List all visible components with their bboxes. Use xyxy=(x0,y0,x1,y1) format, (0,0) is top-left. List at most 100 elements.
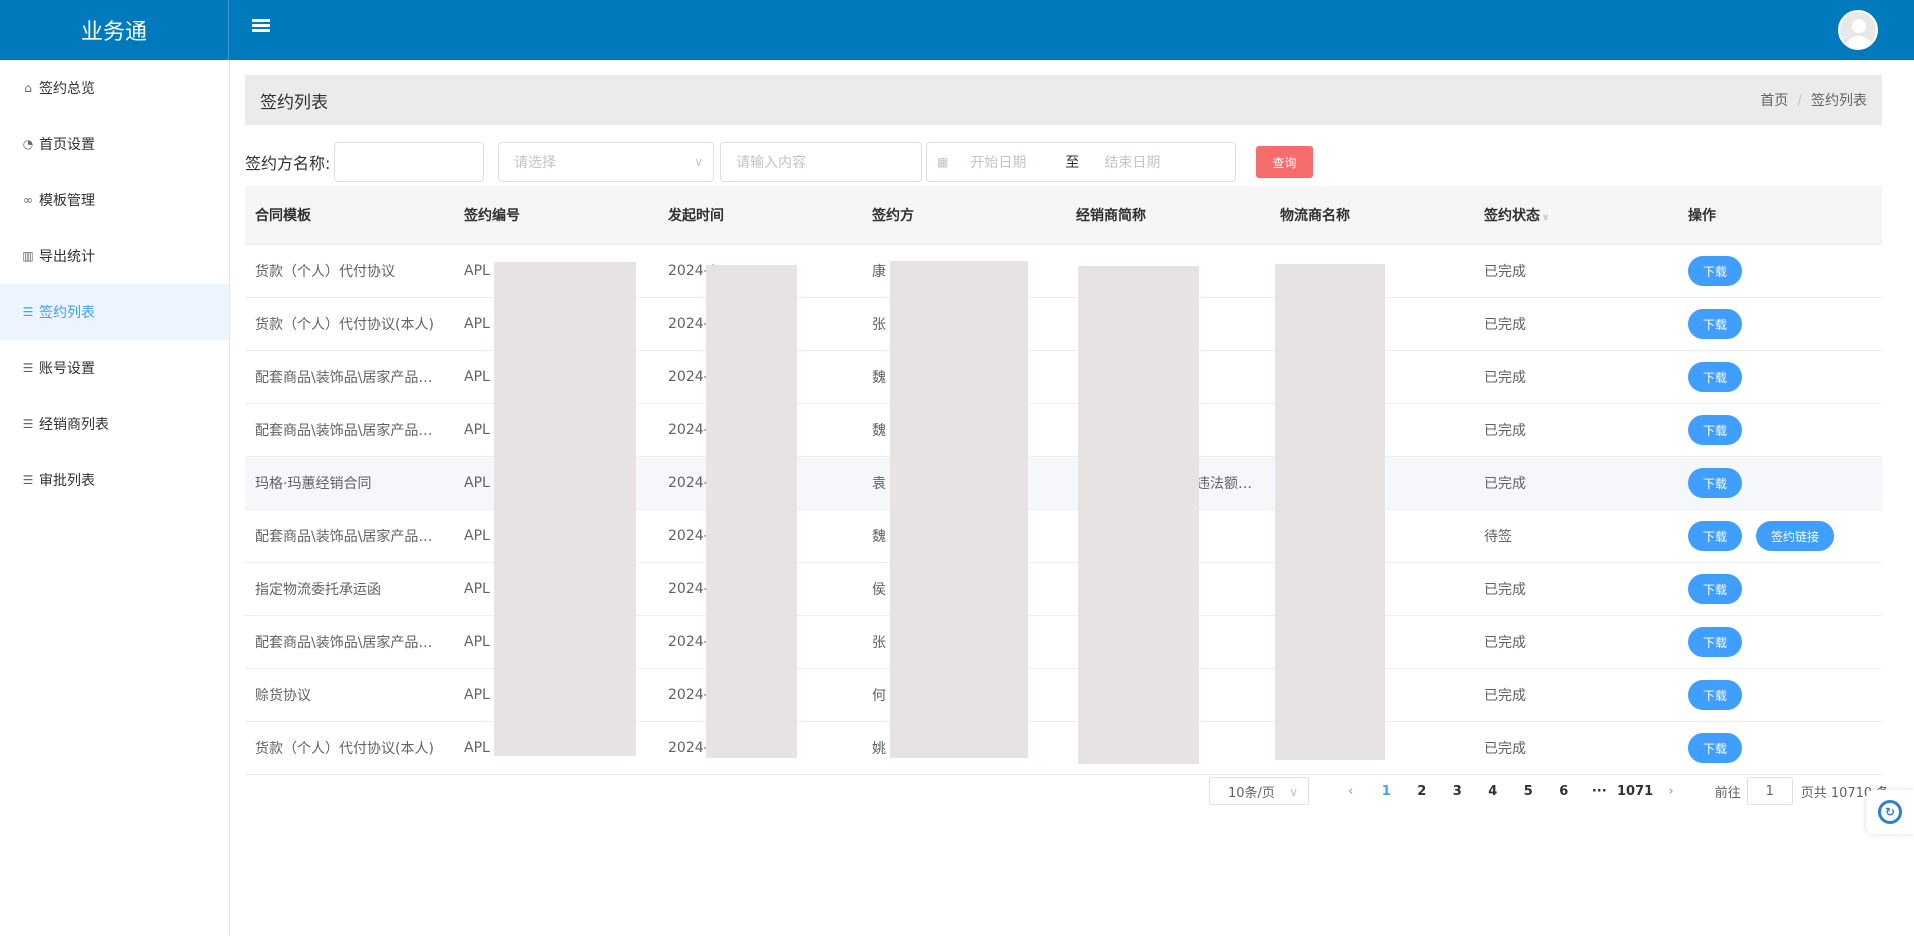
download-button[interactable]: 下载 xyxy=(1688,468,1743,498)
page-number[interactable]: 6 xyxy=(1546,784,1582,799)
list-icon: ☰ xyxy=(22,473,34,487)
cell-status: 待签 xyxy=(1484,529,1512,545)
page-number[interactable]: 3 xyxy=(1440,784,1476,799)
sidebar-item-1[interactable]: ◔ 首页设置 xyxy=(0,116,229,172)
col-template: 合同模板 xyxy=(255,208,311,224)
bar-chart-icon: ▥ xyxy=(22,249,34,263)
user-avatar[interactable] xyxy=(1838,10,1878,50)
table-row: 玛格·玛蕙经销合同 APL 2024-0 袁违法额… 已完成 下载 xyxy=(245,457,1882,510)
cell-status: 已完成 xyxy=(1484,423,1526,439)
next-page-icon[interactable]: › xyxy=(1653,784,1689,799)
table-row: 配套商品\装饰品\居家产品… APL 2024-0 张已完成 下载 xyxy=(245,616,1882,669)
sidebar-item-0[interactable]: ⌂ 签约总览 xyxy=(0,60,229,116)
table-row: 货款（个人）代付协议(本人) APL 2024-0 张已完成 下载 xyxy=(245,298,1882,351)
end-date-input[interactable]: 结束日期 xyxy=(1104,152,1160,172)
sidebar-item-label: 模板管理 xyxy=(39,193,95,209)
cell-template: 货款（个人）代付协议(本人) xyxy=(255,317,434,333)
page-size-select[interactable]: 10条/页 ∨ xyxy=(1209,777,1309,805)
download-button[interactable]: 下载 xyxy=(1688,521,1743,551)
start-date-input[interactable]: 开始日期 xyxy=(970,152,1065,172)
cell-template: 货款（个人）代付协议(本人) xyxy=(255,741,434,757)
cell-template: 配套商品\装饰品\居家产品… xyxy=(255,423,433,439)
list-icon: ☰ xyxy=(22,361,34,375)
sidebar-item-5[interactable]: ☰ 账号设置 xyxy=(0,340,229,396)
table-body: 货款（个人）代付协议 APL 2024-0 康已完成 下载 货款（个人）代付协议(本人) A… xyxy=(245,245,1882,775)
sidebar-item-label: 签约列表 xyxy=(39,305,95,321)
download-button[interactable]: 下载 xyxy=(1688,627,1743,657)
date-range-picker[interactable]: ▦ 开始日期 至 结束日期 xyxy=(926,142,1236,182)
download-button[interactable]: 下载 xyxy=(1688,680,1743,710)
party-name-label: 签约方名称: xyxy=(245,154,331,173)
cell-actions: 下载 xyxy=(1678,733,1882,763)
party-name-input[interactable] xyxy=(334,142,484,182)
table-row: 赊货协议 APL 2024-0 何已完成 下载 xyxy=(245,669,1882,722)
cell-status: 已完成 xyxy=(1484,688,1526,704)
breadcrumb-home[interactable]: 首页 xyxy=(1760,93,1788,109)
download-button[interactable]: 下载 xyxy=(1688,309,1743,339)
download-button[interactable]: 下载 xyxy=(1688,256,1743,286)
download-button[interactable]: 下载 xyxy=(1688,415,1743,445)
redaction-block xyxy=(706,265,797,758)
sidebar-item-3[interactable]: ▥ 导出统计 xyxy=(0,228,229,284)
cell-actions: 下载 xyxy=(1678,574,1882,604)
page-number[interactable]: 2 xyxy=(1404,784,1440,799)
sort-icon[interactable]: ∨ xyxy=(1542,213,1549,223)
more-pages-icon[interactable]: ··· xyxy=(1582,784,1618,799)
page-size-value: 10条/页 xyxy=(1228,785,1275,801)
cell-template: 指定物流委托承运函 xyxy=(255,582,381,598)
pagination: 10条/页 ∨ ‹ 1 2 3 4 5 6 ··· 1071 › 前往 1 页共 10710 … xyxy=(1209,777,1889,805)
sidebar-item-7[interactable]: ☰ 审批列表 xyxy=(0,452,229,508)
goto-page: 前往 1 页共 10710 条 xyxy=(1715,777,1889,805)
list-icon: ☰ xyxy=(22,417,34,431)
calendar-icon: ▦ xyxy=(937,155,949,169)
sidebar-item-4[interactable]: ☰ 签约列表 xyxy=(0,284,229,340)
query-button[interactable]: 查询 xyxy=(1256,146,1313,178)
sidebar-item-label: 首页设置 xyxy=(39,137,95,153)
page-number[interactable]: 1 xyxy=(1369,784,1405,799)
sidebar-item-6[interactable]: ☰ 经销商列表 xyxy=(0,396,229,452)
col-status[interactable]: 签约状态 ∨ xyxy=(1474,205,1678,225)
download-button[interactable]: 下载 xyxy=(1688,574,1743,604)
breadcrumb: 首页 / 签约列表 xyxy=(1760,90,1867,110)
cell-status: 已完成 xyxy=(1484,476,1526,492)
link-icon: ∞ xyxy=(23,193,33,207)
page-title: 签约列表 xyxy=(260,92,328,113)
page-number[interactable]: 5 xyxy=(1511,784,1547,799)
redaction-block xyxy=(1275,264,1385,760)
sign-link-button[interactable]: 签约链接 xyxy=(1756,521,1835,551)
sidebar-item-label: 签约总览 xyxy=(39,81,95,97)
contract-table: 合同模板 签约编号 发起时间 签约方 经销商简称 物流商名称 签约状态 ∨ 操作 … xyxy=(245,186,1882,775)
breadcrumb-current: 签约列表 xyxy=(1811,93,1867,109)
download-button[interactable]: 下载 xyxy=(1688,733,1743,763)
table-row: 货款（个人）代付协议(本人) APL 2024-0 姚已完成 下载 xyxy=(245,722,1882,775)
list-icon: ☰ xyxy=(22,305,34,319)
cell-status: 已完成 xyxy=(1484,317,1526,333)
breadcrumb-separator: / xyxy=(1797,93,1802,109)
table-row: 配套商品\装饰品\居家产品… APL 2024-0 魏已完成 下载 xyxy=(245,351,1882,404)
col-code: 签约编号 xyxy=(464,208,520,224)
col-actions: 操作 xyxy=(1688,208,1716,224)
assistant-float-button[interactable]: ↻ xyxy=(1866,790,1914,834)
content-input[interactable]: 请输入内容 xyxy=(720,142,922,182)
col-status-label: 签约状态 xyxy=(1484,208,1540,224)
chevron-down-icon: ∨ xyxy=(1289,785,1298,799)
prev-page-icon[interactable]: ‹ xyxy=(1333,784,1369,799)
sidebar-item-label: 经销商列表 xyxy=(39,417,109,433)
page-number[interactable]: 4 xyxy=(1475,784,1511,799)
redaction-block xyxy=(890,261,1028,758)
assistant-icon: ↻ xyxy=(1878,800,1902,824)
sidebar-item-2[interactable]: ∞ 模板管理 xyxy=(0,172,229,228)
redaction-block xyxy=(1078,266,1199,764)
download-button[interactable]: 下载 xyxy=(1688,362,1743,392)
home-icon: ⌂ xyxy=(24,81,32,95)
table-row: 指定物流委托承运函 APL 2024-0 侯已完成 下载 xyxy=(245,563,1882,616)
page-number[interactable]: 1071 xyxy=(1617,784,1653,799)
menu-toggle-icon[interactable] xyxy=(252,19,270,37)
template-select[interactable]: 请选择 ∨ xyxy=(498,142,714,182)
chevron-down-icon: ∨ xyxy=(694,155,703,169)
cell-status: 已完成 xyxy=(1484,582,1526,598)
table-row: 配套商品\装饰品\居家产品… APL 2024-0 魏已完成 下载 xyxy=(245,404,1882,457)
cell-actions: 下载 xyxy=(1678,309,1882,339)
goto-page-input[interactable]: 1 xyxy=(1746,777,1793,805)
cell-actions: 下载 xyxy=(1678,680,1882,710)
